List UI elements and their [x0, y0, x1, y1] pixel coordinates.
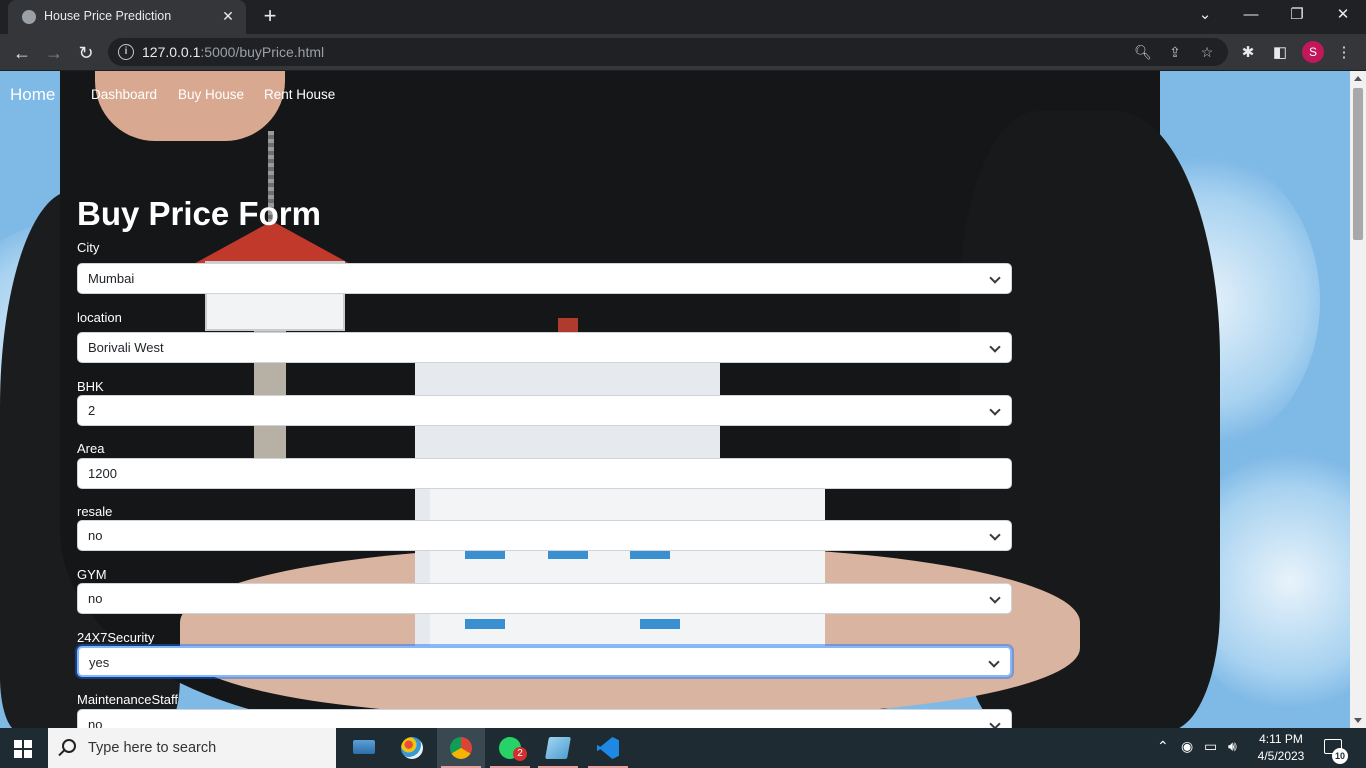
- scroll-down-arrow-icon[interactable]: [1354, 718, 1362, 723]
- page-scrollbar[interactable]: [1350, 71, 1366, 728]
- taskbar-file-explorer-app[interactable]: [340, 728, 388, 768]
- vscode-icon: [597, 737, 619, 759]
- clock-date: 4/5/2023: [1257, 749, 1305, 763]
- nav-buy-house-link[interactable]: Buy House: [178, 87, 244, 102]
- new-tab-button[interactable]: +: [256, 4, 284, 30]
- search-icon: [62, 739, 76, 753]
- form-title: Buy Price Form: [77, 195, 321, 232]
- security-select[interactable]: yes: [77, 646, 1012, 677]
- maintenance-staff-label: MaintenanceStaff: [77, 692, 178, 707]
- resale-label: resale: [77, 504, 113, 519]
- forward-button[interactable]: →: [40, 39, 68, 67]
- nav-dashboard-link[interactable]: Dashboard: [91, 87, 157, 102]
- notepad-icon: [545, 737, 571, 759]
- scrollbar-thumb[interactable]: [1353, 88, 1363, 240]
- bookmark-star-icon[interactable]: ☆: [1197, 42, 1217, 62]
- minimize-button[interactable]: —: [1228, 0, 1274, 32]
- nav-rent-house-link[interactable]: Rent House: [264, 87, 335, 102]
- area-label: Area: [77, 441, 105, 456]
- windows-start-icon[interactable]: [14, 740, 32, 758]
- taskbar-search-box[interactable]: Type here to search: [48, 728, 336, 768]
- browser-tabstrip: House Price Prediction ✕ + ⌄ — ❐ ✕: [0, 0, 1366, 34]
- site-info-icon[interactable]: i: [118, 44, 134, 60]
- back-button[interactable]: ←: [8, 39, 36, 67]
- page-viewport: Home Dashboard Buy House Rent House Buy …: [0, 71, 1350, 728]
- close-tab-icon[interactable]: ✕: [218, 6, 238, 26]
- share-icon[interactable]: ⇪: [1165, 42, 1185, 62]
- url-text: 127.0.0.1:5000/buyPrice.html: [142, 44, 325, 60]
- chevron-down-icon: [989, 404, 1001, 416]
- show-hidden-icons-icon[interactable]: ⌃: [1157, 738, 1169, 755]
- city-select[interactable]: Mumbai: [77, 263, 1012, 294]
- taskbar-vscode-app[interactable]: [584, 728, 632, 768]
- taskbar-search-placeholder: Type here to search: [88, 740, 217, 756]
- location-select[interactable]: Borivali West: [77, 332, 1012, 363]
- bhk-select[interactable]: 2: [77, 395, 1012, 426]
- city-label: City: [77, 240, 100, 255]
- network-icon[interactable]: ▭: [1204, 738, 1217, 755]
- chevron-down-icon: [989, 592, 1001, 604]
- meet-now-icon[interactable]: ◉: [1181, 738, 1193, 755]
- reload-button[interactable]: ↻: [72, 39, 100, 67]
- chevron-down-icon: [989, 529, 1001, 541]
- tab-search-icon[interactable]: ⌄: [1182, 0, 1228, 32]
- taskbar-whatsapp-app[interactable]: 2: [486, 728, 534, 768]
- restore-button[interactable]: ❐: [1274, 0, 1320, 32]
- zoom-icon[interactable]: 🔍︎: [1133, 42, 1153, 62]
- chevron-down-icon: [989, 718, 1001, 728]
- side-panel-icon[interactable]: ◧: [1269, 42, 1291, 64]
- area-input[interactable]: [77, 458, 1012, 489]
- bhk-label: BHK: [77, 379, 104, 394]
- extensions-icon[interactable]: ✱: [1237, 42, 1259, 64]
- chrome-icon: [450, 737, 472, 759]
- globe-icon: [22, 10, 36, 24]
- chevron-down-icon: [989, 272, 1001, 284]
- site-navbar: Home Dashboard Buy House Rent House: [0, 71, 1350, 119]
- laptop-icon: [353, 740, 375, 754]
- profile-avatar[interactable]: S: [1302, 41, 1324, 63]
- windows-taskbar: Type here to search 2 ⌃ ◉ ▭ 🔊︎ 4:11 PM 4…: [0, 728, 1366, 768]
- scroll-up-arrow-icon[interactable]: [1354, 76, 1362, 81]
- gym-label: GYM: [77, 567, 107, 582]
- taskbar-paint-app[interactable]: [388, 728, 436, 768]
- taskbar-clock[interactable]: 4:11 PM 4/5/2023: [1252, 731, 1310, 765]
- paint-palette-icon: [401, 737, 423, 759]
- notification-count-badge: 10: [1332, 748, 1348, 764]
- taskbar-chrome-app[interactable]: [437, 728, 485, 768]
- whatsapp-unread-badge: 2: [513, 747, 527, 761]
- address-bar[interactable]: i 127.0.0.1:5000/buyPrice.html 🔍︎ ⇪ ☆: [108, 38, 1228, 66]
- maintenance-staff-select[interactable]: no: [77, 709, 1012, 728]
- nav-home-link[interactable]: Home: [10, 85, 55, 105]
- close-window-button[interactable]: ✕: [1320, 0, 1366, 32]
- tab-title: House Price Prediction: [44, 9, 172, 23]
- chevron-down-icon: [988, 656, 1000, 668]
- menu-kebab-icon[interactable]: ⋮: [1333, 42, 1355, 64]
- taskbar-notepad-app[interactable]: [534, 728, 582, 768]
- browser-tab[interactable]: House Price Prediction ✕: [8, 0, 246, 34]
- browser-toolbar: ← → ↻ i 127.0.0.1:5000/buyPrice.html 🔍︎ …: [0, 34, 1366, 71]
- volume-icon[interactable]: 🔊︎: [1228, 738, 1237, 755]
- chevron-down-icon: [989, 341, 1001, 353]
- security-label: 24X7Security: [77, 630, 155, 645]
- resale-select[interactable]: no: [77, 520, 1012, 551]
- clock-time: 4:11 PM: [1259, 732, 1303, 746]
- location-label: location: [77, 310, 122, 325]
- gym-select[interactable]: no: [77, 583, 1012, 614]
